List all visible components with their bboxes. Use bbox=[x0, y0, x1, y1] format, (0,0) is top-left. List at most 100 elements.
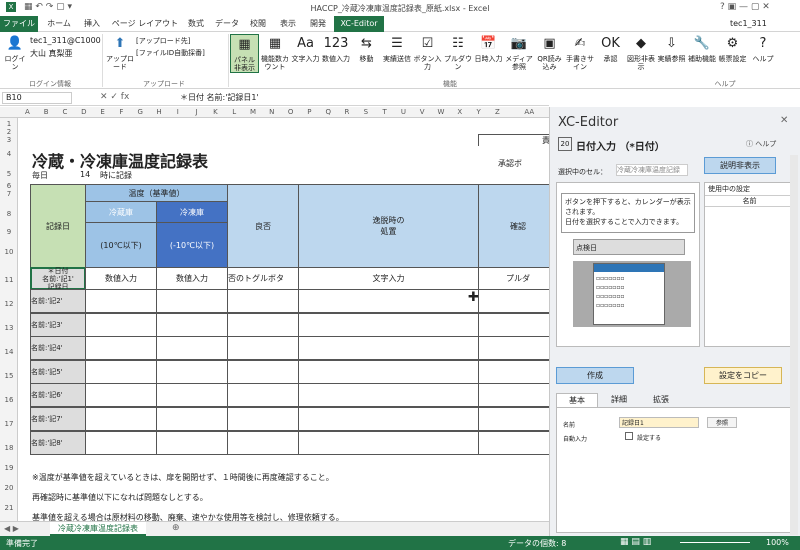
tab-home[interactable]: ホーム bbox=[44, 16, 74, 32]
table-cell[interactable] bbox=[298, 359, 479, 384]
ref-button[interactable]: 参照 bbox=[707, 417, 737, 428]
shape-hide-button[interactable]: ◆ 図形非表示 bbox=[627, 34, 656, 71]
col-header[interactable]: G bbox=[131, 107, 150, 118]
status-zoom[interactable]: 100% bbox=[766, 538, 789, 547]
table-cell[interactable] bbox=[156, 383, 228, 408]
col-header[interactable]: P bbox=[300, 107, 319, 118]
date-row-cell[interactable]: 名前:'記7' bbox=[30, 407, 86, 431]
table-cell[interactable] bbox=[156, 359, 228, 384]
table-cell[interactable] bbox=[227, 430, 299, 455]
row-header[interactable]: 6 bbox=[0, 182, 18, 190]
col-header[interactable]: J bbox=[187, 107, 206, 118]
col-header[interactable]: A bbox=[18, 107, 37, 118]
col-header[interactable]: I bbox=[168, 107, 187, 118]
table-cell[interactable] bbox=[227, 289, 299, 313]
row-header[interactable]: 17 bbox=[0, 420, 18, 428]
move-button[interactable]: ⇆ 移動 bbox=[352, 34, 381, 63]
approve-button[interactable]: OK 承認 bbox=[596, 34, 625, 63]
auto-input-checkbox[interactable] bbox=[625, 432, 633, 440]
row-header[interactable]: 11 bbox=[0, 276, 18, 284]
row-header[interactable]: 14 bbox=[0, 348, 18, 356]
worksheet[interactable]: 冷蔵・冷凍庫温度記録表 毎日 14 時に記録 責任 承認ボ 記録日 温度（基準値… bbox=[18, 118, 549, 536]
table-cell[interactable] bbox=[227, 312, 299, 337]
col-header[interactable]: X bbox=[450, 107, 469, 118]
tab-formulas[interactable]: 数式 bbox=[182, 16, 210, 32]
tab-view[interactable]: 表示 bbox=[274, 16, 302, 32]
table-cell[interactable] bbox=[156, 407, 228, 431]
table-cell[interactable] bbox=[85, 312, 157, 337]
table-cell[interactable] bbox=[298, 289, 479, 313]
login-button[interactable]: 👤 ログイン bbox=[2, 34, 28, 71]
col-header[interactable]: M bbox=[244, 107, 263, 118]
name-field-input[interactable]: 記録日1 bbox=[619, 417, 699, 428]
row-header[interactable]: 4 bbox=[0, 150, 18, 158]
row-header[interactable]: 5 bbox=[0, 170, 18, 178]
date-row-cell[interactable]: 名前:'記6' bbox=[30, 383, 86, 408]
row-header[interactable]: 21 bbox=[0, 504, 18, 512]
date-row-cell[interactable]: 名前:'記2' bbox=[30, 289, 86, 313]
col-header[interactable]: Q bbox=[319, 107, 338, 118]
col-header[interactable]: C bbox=[56, 107, 75, 118]
col-header[interactable]: B bbox=[37, 107, 56, 118]
table-cell[interactable] bbox=[85, 336, 157, 361]
table-cell[interactable] bbox=[85, 407, 157, 431]
row-header[interactable]: 10 bbox=[0, 248, 18, 256]
tab-developer[interactable]: 開発 bbox=[304, 16, 332, 32]
explain-toggle-button[interactable]: 説明非表示 bbox=[704, 157, 776, 174]
sheet-nav-icons[interactable]: ◀ ▶ bbox=[4, 524, 19, 533]
file-id-auto[interactable]: [ファイルID自動採番] bbox=[136, 48, 205, 58]
row-header[interactable]: 18 bbox=[0, 444, 18, 452]
table-cell[interactable] bbox=[85, 383, 157, 408]
media-ref-button[interactable]: 📷 メディア参照 bbox=[505, 34, 534, 71]
table-cell[interactable] bbox=[478, 407, 549, 431]
date-row-cell[interactable]: 名前:'記3' bbox=[30, 312, 86, 337]
table-cell[interactable] bbox=[478, 359, 549, 384]
row-header[interactable]: 15 bbox=[0, 372, 18, 380]
date-row-cell[interactable]: 名前:'記4' bbox=[30, 336, 86, 361]
table-cell[interactable] bbox=[478, 312, 549, 337]
tab-insert[interactable]: 挿入 bbox=[78, 16, 106, 32]
table-cell[interactable] bbox=[298, 430, 479, 455]
zoom-slider[interactable] bbox=[680, 542, 750, 543]
col-header[interactable]: L bbox=[225, 107, 244, 118]
table-cell[interactable] bbox=[85, 289, 157, 313]
table-cell[interactable] bbox=[478, 289, 549, 313]
date-row-cell[interactable]: 名前:'記5' bbox=[30, 359, 86, 384]
pulldown-button[interactable]: ☷ プルダウン bbox=[444, 34, 473, 71]
tab-basic[interactable]: 基本 bbox=[556, 393, 598, 407]
row-header[interactable]: 1 bbox=[0, 120, 18, 128]
sign-button[interactable]: ✍ 手書きサイン bbox=[566, 34, 595, 71]
col-header[interactable]: D bbox=[74, 107, 93, 118]
row-header[interactable]: 12 bbox=[0, 300, 18, 308]
form-setting-button[interactable]: ⚙ 帳票設定 bbox=[718, 34, 747, 63]
table-cell[interactable] bbox=[227, 359, 299, 384]
name-box[interactable]: B10 bbox=[2, 92, 72, 104]
date-row-cell[interactable]: 名前:'記8' bbox=[30, 430, 86, 455]
col-header[interactable]: E bbox=[93, 107, 112, 118]
col-header[interactable]: T bbox=[375, 107, 394, 118]
table-cell[interactable] bbox=[298, 407, 479, 431]
text-input-button[interactable]: Aa 文字入力 bbox=[291, 34, 320, 63]
tab-detail[interactable]: 詳細 bbox=[598, 393, 640, 407]
row-header[interactable]: 7 bbox=[0, 190, 18, 198]
table-cell[interactable] bbox=[298, 336, 479, 361]
datetime-input-button[interactable]: 📅 日時入力 bbox=[474, 34, 503, 63]
aux-button[interactable]: 🔧 補助機能 bbox=[688, 34, 717, 63]
help-link[interactable]: ⓘ ヘルプ bbox=[746, 139, 776, 149]
create-button[interactable]: 作成 bbox=[556, 367, 634, 384]
upload-dest[interactable]: [アップロード先] bbox=[136, 36, 190, 46]
table-cell[interactable] bbox=[478, 430, 549, 455]
tab-review[interactable]: 校閲 bbox=[244, 16, 272, 32]
window-controls[interactable]: ? ▣ — ▢ ✕ bbox=[720, 2, 770, 12]
col-header[interactable]: F bbox=[112, 107, 131, 118]
table-cell[interactable] bbox=[156, 312, 228, 337]
pane-scrollbar[interactable] bbox=[790, 155, 798, 535]
formula-icons[interactable]: ✕ ✓ fx bbox=[100, 92, 129, 102]
table-cell[interactable] bbox=[156, 430, 228, 455]
table-cell[interactable] bbox=[156, 336, 228, 361]
col-header[interactable]: V bbox=[413, 107, 432, 118]
col-header[interactable]: O bbox=[281, 107, 300, 118]
row-header[interactable]: 3 bbox=[0, 136, 18, 144]
user-name[interactable]: tec1_311 bbox=[730, 19, 767, 28]
row-header[interactable]: 9 bbox=[0, 228, 18, 236]
